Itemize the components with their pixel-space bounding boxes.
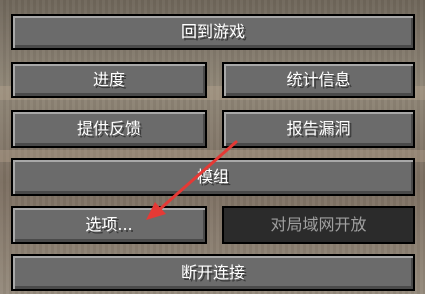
back-to-game-button[interactable]: 回到游戏	[11, 14, 415, 50]
pause-menu-screen: { "menu": { "back_to_game": "回到游戏", "adv…	[0, 0, 425, 294]
give-feedback-button[interactable]: 提供反馈	[11, 110, 207, 148]
disconnect-button[interactable]: 断开连接	[11, 254, 415, 291]
options-button[interactable]: 选项...	[11, 206, 207, 244]
advancements-button[interactable]: 进度	[11, 62, 207, 98]
open-to-lan-button: 对局域网开放	[222, 206, 415, 244]
statistics-button[interactable]: 统计信息	[222, 62, 415, 98]
report-bugs-button[interactable]: 报告漏洞	[222, 110, 415, 148]
mods-button[interactable]: 模组	[11, 158, 415, 196]
